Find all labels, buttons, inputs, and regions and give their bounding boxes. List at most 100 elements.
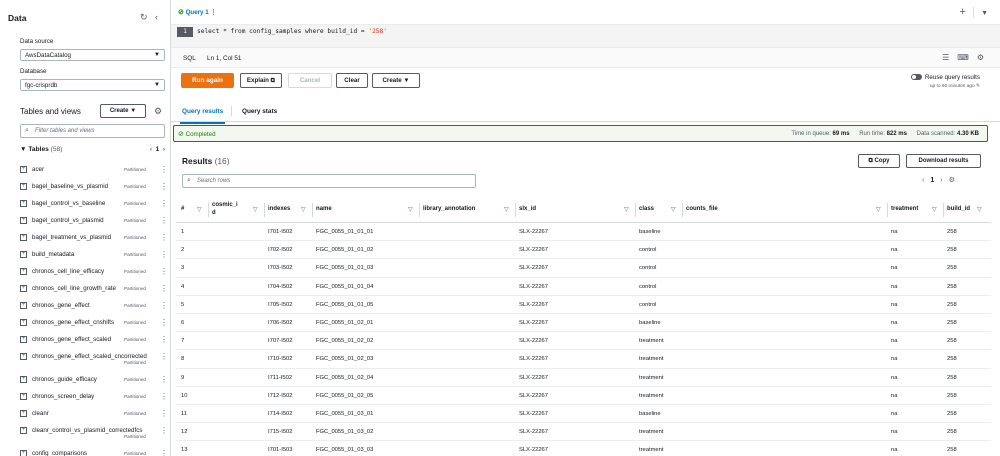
expand-plus-icon[interactable]: + <box>20 427 27 434</box>
table-item[interactable]: + chronos_gene_effect Partitioned ⋮ <box>20 300 168 317</box>
gear-icon[interactable]: ⚙ <box>949 177 961 184</box>
expand-plus-icon[interactable]: + <box>20 410 27 417</box>
tab-query-1[interactable]: ⊘ Query 1 ⋮ <box>178 8 217 16</box>
tab-query-results[interactable]: Query results <box>179 108 226 124</box>
table-item[interactable]: + build_metadata Partitioned ⋮ <box>20 249 168 266</box>
sort-icon[interactable]: ▽ <box>671 206 676 213</box>
table-item[interactable]: + bagel_treatment_vs_plasmid Partitioned ⋮ <box>20 232 168 249</box>
reuse-toggle[interactable] <box>910 74 922 81</box>
column-header[interactable]: library_annotation <box>423 206 475 212</box>
table-item[interactable]: + chronos_gene_effect_scaled Partitioned ⋮ <box>20 334 168 351</box>
download-results-button[interactable]: Download results <box>906 154 981 168</box>
expand-plus-icon[interactable]: + <box>20 353 27 360</box>
more-actions-icon[interactable]: ⋮ <box>160 392 168 401</box>
more-actions-icon[interactable]: ⋮ <box>160 284 168 293</box>
keyboard-icon[interactable]: ⌨ <box>957 53 977 62</box>
table-item[interactable]: + chronos_guide_efficacy Partitioned ⋮ <box>20 374 168 391</box>
more-actions-icon[interactable]: ⋮ <box>160 199 168 208</box>
expand-plus-icon[interactable]: + <box>20 450 27 456</box>
sql-editor[interactable]: 1 select * from config_samples where bui… <box>171 25 1000 47</box>
edit-pencil-icon[interactable]: ✎ <box>976 84 980 89</box>
table-row[interactable]: 8 I710-I502 FGC_0055_01_02_03 SLX-22267 trea… <box>176 350 991 369</box>
expand-plus-icon[interactable]: + <box>20 200 27 207</box>
more-actions-icon[interactable]: ⋮ <box>160 165 168 174</box>
table-item[interactable]: + chronos_gene_effect_cnshifts Partitioned… <box>20 317 168 334</box>
table-item[interactable]: + chronos_screen_delay Partitioned ⋮ <box>20 391 168 408</box>
column-header[interactable]: name <box>316 206 332 212</box>
table-item[interactable]: + config_comparisons Partitioned ⋮ <box>20 448 168 456</box>
more-actions-icon[interactable]: ⋮ <box>160 182 168 191</box>
expand-plus-icon[interactable]: + <box>20 376 27 383</box>
sort-icon[interactable]: ▽ <box>876 206 881 213</box>
tables-section-header[interactable]: ▼ Tables (58) ‹ 1 › <box>20 146 165 156</box>
column-header[interactable]: treatment <box>891 206 918 212</box>
table-row[interactable]: 7 I707-I502 FGC_0055_01_02_02 SLX-22267 trea… <box>176 332 991 351</box>
collapse-icon[interactable]: ‹ <box>155 12 158 22</box>
column-header[interactable]: counts_file <box>686 206 718 212</box>
expand-plus-icon[interactable]: + <box>20 183 27 190</box>
sort-icon[interactable]: ▽ <box>301 206 306 213</box>
table-row[interactable]: 6 I706-I502 FGC_0055_01_02_01 SLX-22267 base… <box>176 314 991 333</box>
run-again-button[interactable]: Run again <box>181 73 234 88</box>
sql-code[interactable]: select * from config_samples where build… <box>197 27 387 37</box>
column-header[interactable]: indexes <box>268 206 290 212</box>
gear-icon[interactable]: ⚙ <box>977 53 992 62</box>
copy-button[interactable]: ⧉ Copy <box>858 154 900 168</box>
table-item[interactable]: + acer Partitioned ⋮ <box>20 164 168 181</box>
table-item[interactable]: + bagel_baseline_vs_plasmid Partitioned ⋮ <box>20 181 168 198</box>
table-row[interactable]: 2 I702-I502 FGC_0055_01_01_02 SLX-22267 cont… <box>176 241 991 260</box>
settings-gear-icon[interactable]: ⚙ <box>154 106 162 117</box>
filter-tables-input[interactable]: ⌕ Filter tables and views <box>20 124 165 138</box>
table-row[interactable]: 5 I705-I502 FGC_0055_01_01_05 SLX-22267 cont… <box>176 296 991 314</box>
table-row[interactable]: 4 I704-I502 FGC_0055_01_01_04 SLX-22267 cont… <box>176 278 991 296</box>
more-actions-icon[interactable]: ⋮ <box>160 216 168 225</box>
column-header[interactable]: # <box>181 206 184 212</box>
column-header[interactable]: slx_id <box>519 206 536 212</box>
tab-query-stats[interactable]: Query stats <box>242 108 277 115</box>
clear-button[interactable]: Clear <box>336 73 368 88</box>
more-actions-icon[interactable]: ⋮ <box>160 318 168 327</box>
table-row[interactable]: 13 I701-I503 FGC_0055_01_03_03 SLX-22267 tre… <box>176 441 991 456</box>
sort-icon[interactable]: ▽ <box>624 206 629 213</box>
sort-icon[interactable]: ▽ <box>197 206 202 213</box>
create-table-button[interactable]: Create ▼ <box>100 104 146 118</box>
table-item[interactable]: + cleanr_control_vs_plasmid_correctedfcs P… <box>20 425 168 448</box>
caret-down-icon[interactable]: ▼ <box>981 10 988 17</box>
table-item[interactable]: + cleanr Partitioned ⋮ <box>20 408 168 425</box>
table-row[interactable]: 10 I712-I502 FGC_0055_01_02_05 SLX-22267 tre… <box>176 387 991 405</box>
add-tab-icon[interactable]: + <box>960 6 966 18</box>
column-header[interactable]: build_id <box>947 206 970 212</box>
table-item[interactable]: + chronos_gene_effect_scaled_cncorrected P… <box>20 351 168 374</box>
expand-plus-icon[interactable]: + <box>20 251 27 258</box>
table-row[interactable]: 3 I703-I502 FGC_0055_01_01_03 SLX-22267 cont… <box>176 259 991 278</box>
table-row[interactable]: 1 I701-I502 FGC_0055_01_01_01 SLX-22267 base… <box>176 223 991 242</box>
table-item[interactable]: + chronos_cell_line_growth_rate Partitione… <box>20 283 168 300</box>
expand-plus-icon[interactable]: + <box>20 217 27 224</box>
sort-icon[interactable]: ▽ <box>504 206 509 213</box>
sort-icon[interactable]: ▽ <box>977 206 982 213</box>
expand-plus-icon[interactable]: + <box>20 336 27 343</box>
tables-pager[interactable]: ‹ 1 › <box>150 146 165 153</box>
more-actions-icon[interactable]: ⋮ <box>160 375 168 384</box>
refresh-icon[interactable]: ↻ <box>140 12 148 23</box>
more-actions-icon[interactable]: ⋮ <box>160 267 168 276</box>
expand-plus-icon[interactable]: + <box>20 302 27 309</box>
more-actions-icon[interactable]: ⋮ <box>160 250 168 259</box>
table-item[interactable]: + bagel_control_vs_plasmid Partitioned ⋮ <box>20 215 168 232</box>
expand-plus-icon[interactable]: + <box>20 319 27 326</box>
more-actions-icon[interactable]: ⋮ <box>160 233 168 242</box>
database-select[interactable]: fgc-crisprdb ▼ <box>20 79 165 91</box>
sort-icon[interactable]: ▽ <box>932 206 937 213</box>
more-actions-icon[interactable]: ⋮ <box>160 409 168 418</box>
table-row[interactable]: 9 I711-I502 FGC_0055_01_02_04 SLX-22267 trea… <box>176 369 991 387</box>
search-rows-input[interactable]: ⌕ Search rows <box>182 174 476 188</box>
column-header[interactable]: cosmic_id <box>212 201 238 217</box>
sort-icon[interactable]: ▽ <box>253 206 258 213</box>
table-item[interactable]: + chronos_cell_line_efficacy Partitioned ⋮ <box>20 266 168 283</box>
table-row[interactable]: 11 I714-I502 FGC_0055_01_03_01 SLX-22267 bas… <box>176 405 991 424</box>
more-actions-icon[interactable]: ⋮ <box>160 449 168 456</box>
create-button[interactable]: Create ▼ <box>372 73 420 88</box>
cancel-button[interactable]: Cancel <box>288 73 332 88</box>
more-actions-icon[interactable]: ⋮ <box>160 352 168 361</box>
next-page-icon[interactable]: › <box>940 177 948 184</box>
